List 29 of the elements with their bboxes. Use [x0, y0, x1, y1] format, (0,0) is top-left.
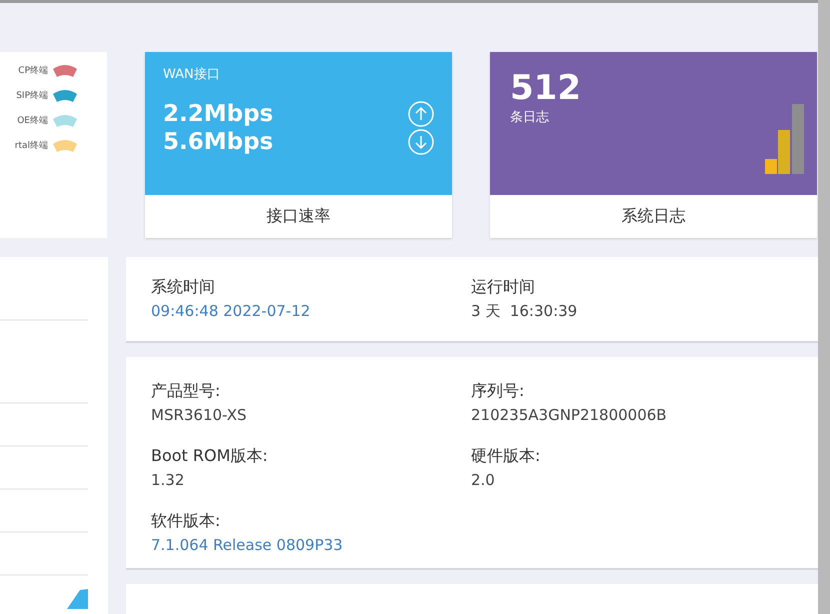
field-label: 运行时间: [471, 277, 536, 298]
field-value: 3 天 16:30:39: [471, 302, 578, 321]
log-caption: 条日志: [510, 108, 550, 126]
field-link[interactable]: 7.1.064 Release 0809P33: [151, 536, 471, 554]
field-value: 2.0: [471, 471, 496, 489]
card-title: WAN接口: [163, 66, 221, 83]
field-label: 产品型号:: [151, 381, 222, 402]
field-value: MSR3610-XS: [151, 406, 248, 424]
legend-label: CP终端: [18, 64, 48, 78]
upload-speed: 2.2Mbps: [163, 100, 274, 127]
field-value: 1.32: [151, 471, 186, 489]
bar-chart-icon: [765, 104, 805, 174]
field-link[interactable]: 09:46:48 2022-07-12: [151, 302, 471, 320]
scrollbar[interactable]: [818, 0, 830, 614]
field-label: 硬件版本:: [471, 446, 542, 467]
card-footer[interactable]: 接口速率: [145, 194, 452, 238]
upload-icon: [408, 100, 434, 127]
card-footer[interactable]: 系统日志: [490, 194, 817, 238]
field-label: 软件版本:: [151, 511, 222, 532]
field-label: Boot ROM版本:: [151, 446, 269, 467]
field-value: 210235A3GNP21800006B: [471, 406, 668, 424]
download-icon: [408, 128, 434, 155]
field-label: 系统时间: [151, 277, 216, 298]
legend-label: SIP终端: [16, 90, 48, 102]
legend-label: rtal终端: [14, 140, 48, 152]
legend-label: OE终端: [17, 114, 48, 128]
field-label: 序列号:: [471, 381, 526, 402]
download-speed: 5.6Mbps: [163, 128, 274, 155]
log-count: 512: [510, 68, 582, 108]
